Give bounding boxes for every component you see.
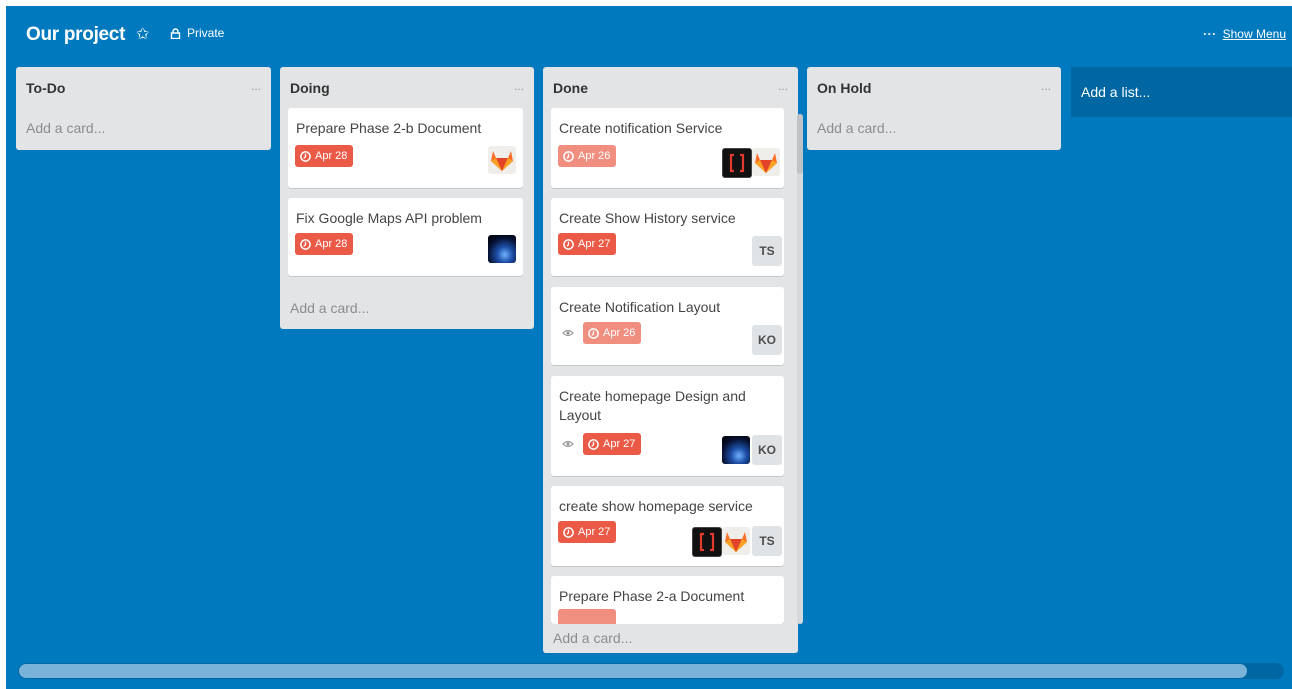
gitlab-avatar[interactable] — [722, 527, 750, 555]
member-initials[interactable]: TS — [752, 526, 782, 556]
card-title: Prepare Phase 2-b Document — [296, 120, 482, 136]
visibility-label: Private — [187, 26, 225, 40]
due-date: Apr 26 — [603, 327, 636, 339]
list-on-hold: On Hold ... Add a card... — [807, 67, 1061, 150]
board-scrollbar[interactable] — [18, 663, 1284, 679]
lock-icon — [170, 27, 181, 39]
card-title: create show homepage service — [559, 498, 753, 514]
list-doing: Doing ... Prepare Phase 2-b Document Apr… — [280, 67, 534, 329]
clock-icon — [300, 238, 311, 250]
add-card-button[interactable]: Add a card... — [543, 630, 632, 646]
list-title[interactable]: Done — [553, 80, 588, 96]
list-title[interactable]: To-Do — [26, 80, 65, 96]
due-date-badge: Apr 28 — [295, 233, 354, 255]
card[interactable]: Create Show History service Apr 27 TS — [551, 198, 784, 276]
add-list-button[interactable]: Add a list... — [1071, 67, 1292, 117]
due-date-badge — [558, 609, 616, 624]
star-icon[interactable]: ✩ — [136, 24, 149, 44]
list-menu-icon[interactable]: ... — [778, 79, 788, 93]
list-title[interactable]: Doing — [290, 80, 330, 96]
add-card-button[interactable]: Add a card... — [807, 120, 896, 136]
gitlab-avatar[interactable] — [488, 146, 516, 174]
board-scrollbar-thumb[interactable] — [19, 664, 1247, 678]
card-title: Create homepage Design and Layout — [559, 388, 746, 423]
due-date: Apr 27 — [603, 438, 636, 450]
clock-icon — [563, 238, 574, 250]
brackets-avatar[interactable] — [692, 527, 722, 557]
due-date: Apr 28 — [315, 238, 348, 250]
card-title: Create Show History service — [559, 210, 736, 226]
more-icon: ··· — [1203, 27, 1217, 41]
show-menu-button[interactable]: ··· Show Menu — [1203, 27, 1286, 41]
earth-avatar[interactable] — [722, 436, 750, 464]
card[interactable]: Fix Google Maps API problem Apr 28 — [288, 198, 523, 276]
add-card-button[interactable]: Add a card... — [280, 300, 369, 316]
list-menu-icon[interactable]: ... — [514, 79, 524, 93]
due-date: Apr 27 — [578, 238, 611, 250]
earth-avatar[interactable] — [488, 235, 516, 263]
due-date-badge: Apr 28 — [295, 145, 354, 167]
list-done: Done ... Create notification Service Apr… — [543, 67, 798, 653]
visibility-button[interactable]: Private — [170, 26, 224, 40]
card-title: Create Notification Layout — [559, 299, 721, 315]
member-initials[interactable]: TS — [752, 236, 782, 266]
member-initials[interactable]: KO — [752, 435, 782, 465]
due-date-badge: Apr 26 — [583, 322, 642, 344]
due-date-badge: Apr 27 — [558, 233, 617, 255]
show-menu-label: Show Menu — [1222, 27, 1286, 41]
due-date-badge: Apr 27 — [583, 433, 642, 455]
list-title[interactable]: On Hold — [817, 80, 871, 96]
clock-icon — [563, 526, 574, 538]
clock-icon — [588, 327, 599, 339]
due-date-badge: Apr 26 — [558, 145, 617, 167]
due-date: Apr 26 — [578, 150, 611, 162]
list-scrollbar[interactable] — [797, 114, 803, 624]
board-title[interactable]: Our project — [26, 24, 125, 46]
card[interactable]: Create notification Service Apr 26 — [551, 108, 784, 188]
due-date-badge: Apr 27 — [558, 521, 617, 543]
list-menu-icon[interactable]: ... — [251, 79, 261, 93]
due-date: Apr 27 — [578, 526, 611, 538]
clock-icon — [300, 150, 311, 162]
list-menu-icon[interactable]: ... — [1041, 79, 1051, 93]
board-header: Our project ✩ Private ··· Show Menu — [6, 6, 1292, 56]
list-to-do: To-Do ... Add a card... — [16, 67, 271, 150]
clock-icon — [588, 438, 599, 450]
list-scrollbar-thumb[interactable] — [797, 114, 803, 174]
card[interactable]: Create Notification Layout Apr 26 KO — [551, 287, 784, 365]
card-title: Fix Google Maps API problem — [296, 210, 482, 226]
eye-icon — [562, 327, 576, 341]
board: Our project ✩ Private ··· Show Menu To-D… — [6, 6, 1292, 689]
add-list-label: Add a list... — [1081, 84, 1151, 100]
card[interactable]: Prepare Phase 2-b Document Apr 28 — [288, 108, 523, 188]
card-title: Create notification Service — [559, 120, 723, 136]
add-card-button[interactable]: Add a card... — [16, 120, 105, 136]
clock-icon — [563, 150, 574, 162]
brackets-avatar[interactable] — [722, 148, 752, 178]
eye-icon — [562, 438, 576, 452]
gitlab-avatar[interactable] — [752, 148, 780, 176]
member-initials[interactable]: KO — [752, 325, 782, 355]
card[interactable]: create show homepage service Apr 27 TS — [551, 486, 784, 566]
card[interactable]: Prepare Phase 2-a Document — [551, 576, 784, 624]
card[interactable]: Create homepage Design and Layout Apr 27… — [551, 376, 784, 476]
due-date: Apr 28 — [315, 150, 348, 162]
card-title: Prepare Phase 2-a Document — [559, 588, 745, 604]
